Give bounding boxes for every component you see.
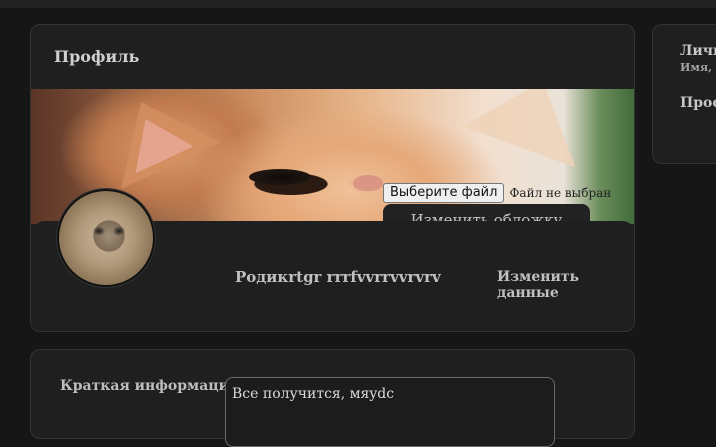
avatar[interactable] [57,189,155,287]
profile-section-title: Профи [680,95,716,111]
cover-kitten-ear-right [462,89,600,168]
cover-kitten-eye [249,169,311,185]
profile-title: Профиль [54,47,140,66]
brief-info-textarea[interactable]: Все получится, мяydc [225,377,555,447]
file-status-text: Файл не выбран [509,186,612,200]
personal-data-subtitle: Имя, ф [680,61,716,74]
edit-data-button[interactable]: Изменить данные [497,269,634,301]
top-bar [0,0,716,8]
user-name: Родикrtgr rrrfvvrrvvrvrv [235,268,441,286]
profile-card: Профиль Выберите файл Файл не выбран Изм… [30,24,635,332]
personal-data-card: Личн Имя, ф Профи [652,24,716,164]
brief-info-card: Краткая информация: Все получится, мяydc [30,349,635,447]
cover-kitten-nose [353,175,383,191]
brief-info-label: Краткая информация: [60,378,245,394]
choose-file-button[interactable]: Выберите файл [383,183,505,203]
personal-data-title: Личн [680,43,716,59]
cover-file-input[interactable]: Выберите файл Файл не выбран [383,183,611,203]
